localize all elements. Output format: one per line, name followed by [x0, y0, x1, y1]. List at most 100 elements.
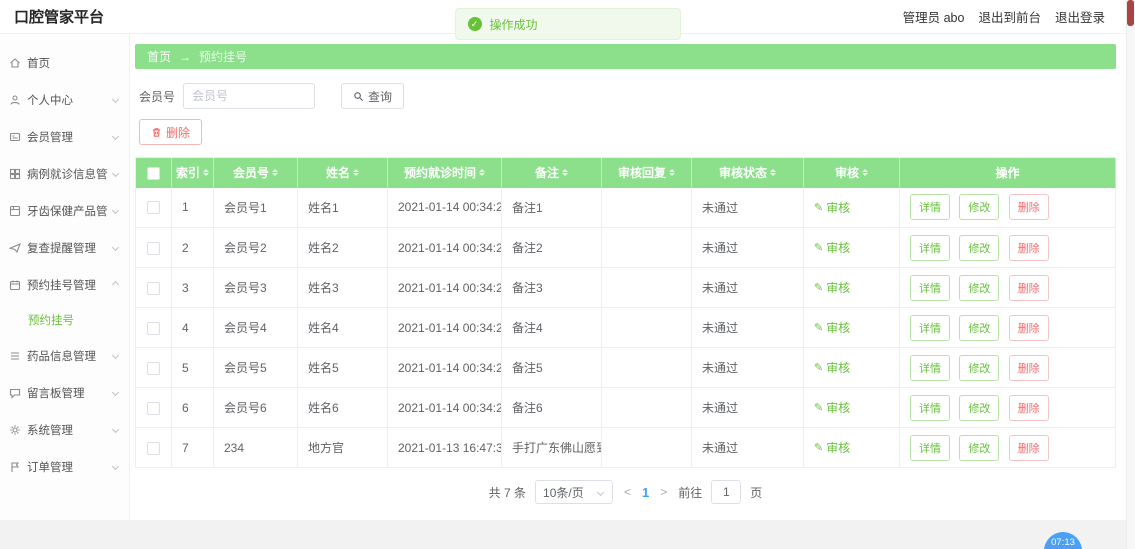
edit-button[interactable]: 修改: [959, 274, 1000, 301]
edit-button[interactable]: 修改: [959, 354, 1000, 381]
scrollbar-thumb[interactable]: [1127, 0, 1134, 26]
sidebar-item-appointment-management[interactable]: 预约挂号管理: [0, 266, 129, 303]
col-header-name: 姓名: [325, 166, 350, 181]
col-header-member-no: 会员号: [232, 166, 269, 181]
sort-icon[interactable]: [770, 166, 776, 179]
sidebar-item-personal-center[interactable]: 个人中心: [0, 81, 129, 118]
detail-button[interactable]: 详情: [910, 194, 950, 221]
chevron-down-icon: [596, 488, 605, 496]
cell-name: 姓名3: [297, 267, 388, 308]
sort-icon[interactable]: [562, 166, 568, 179]
cell-time: 2021-01-14 00:34:26: [387, 187, 502, 228]
select-all-checkbox[interactable]: [147, 166, 160, 180]
breadcrumb-home[interactable]: 首页: [147, 48, 171, 65]
sort-icon[interactable]: [862, 166, 868, 179]
cell-audit-reply: [601, 267, 692, 308]
delete-button[interactable]: 删除: [1008, 394, 1049, 421]
audit-link[interactable]: ✎ 审核: [814, 359, 850, 376]
cell-remark: 备注1: [501, 187, 602, 228]
audit-link[interactable]: ✎ 审核: [814, 439, 850, 456]
sidebar-item-system-management[interactable]: 系统管理: [0, 411, 129, 448]
sort-icon[interactable]: [479, 166, 485, 179]
page-number-1[interactable]: 1: [642, 485, 649, 500]
sidebar-item-message-board-management[interactable]: 留言板管理: [0, 374, 129, 411]
cell-audit-status: 未通过: [691, 347, 804, 388]
cell-member-no: 会员号3: [213, 267, 298, 308]
table-row: 4 会员号4 姓名4 2021-01-14 00:34:26 备注4 未通过 ✎…: [135, 307, 1116, 348]
appointments-table: 索引 会员号 姓名 预约就诊时间 备注 审核回复 审核状态 审核 操作 1 会员…: [135, 157, 1116, 468]
audit-link[interactable]: ✎ 审核: [814, 399, 850, 416]
cell-audit-reply: [601, 307, 692, 348]
edit-icon: ✎: [814, 242, 824, 254]
prev-page-button[interactable]: <: [622, 485, 633, 499]
audit-link[interactable]: ✎ 审核: [814, 239, 850, 256]
sidebar-item-member-management[interactable]: 会员管理: [0, 118, 129, 155]
detail-button[interactable]: 详情: [910, 434, 950, 461]
delete-button[interactable]: 删除: [1008, 274, 1049, 301]
vertical-scrollbar[interactable]: [1126, 0, 1135, 549]
sidebar-subitem-appointment[interactable]: 预约挂号: [0, 303, 129, 337]
page-size-select[interactable]: 10条/页: [535, 480, 614, 504]
row-checkbox[interactable]: [147, 361, 160, 375]
detail-button[interactable]: 详情: [910, 354, 950, 381]
detail-button[interactable]: 详情: [910, 394, 950, 421]
row-checkbox[interactable]: [147, 201, 160, 215]
row-checkbox[interactable]: [147, 281, 160, 295]
cell-index: 2: [171, 227, 214, 268]
member-no-input[interactable]: [183, 83, 316, 109]
query-button[interactable]: 查询: [341, 83, 405, 109]
cell-index: 4: [171, 307, 214, 348]
cell-member-no: 会员号4: [213, 307, 298, 348]
breadcrumb-current: 预约挂号: [199, 50, 248, 64]
sidebar-item-order-management[interactable]: 订单管理: [0, 448, 129, 485]
goto-page-input[interactable]: [711, 480, 742, 504]
chevron-down-icon: [111, 462, 120, 471]
delete-button[interactable]: 删除: [1008, 314, 1049, 341]
goto-label: 前往: [678, 485, 703, 500]
edit-button[interactable]: 修改: [959, 234, 1000, 261]
col-header-actions: 操作: [995, 166, 1020, 181]
delete-button[interactable]: 删除: [1008, 354, 1049, 381]
exit-to-front-link[interactable]: 退出到前台: [978, 7, 1041, 26]
row-checkbox[interactable]: [147, 401, 160, 415]
sort-icon[interactable]: [272, 166, 278, 179]
edit-button[interactable]: 修改: [959, 314, 1000, 341]
audit-link[interactable]: ✎ 审核: [814, 199, 850, 216]
box-icon: [9, 205, 21, 216]
delete-button[interactable]: 删除: [1008, 234, 1049, 261]
cell-index: 5: [171, 347, 214, 388]
detail-button[interactable]: 详情: [910, 234, 950, 261]
audit-link[interactable]: ✎ 审核: [814, 279, 850, 296]
sort-icon[interactable]: [353, 166, 359, 179]
edit-button[interactable]: 修改: [959, 194, 1000, 221]
sidebar-item-recheck-reminder-management[interactable]: 复查提醒管理: [0, 229, 129, 266]
detail-button[interactable]: 详情: [910, 314, 950, 341]
cell-time: 2021-01-14 00:34:26: [387, 227, 502, 268]
row-checkbox[interactable]: [147, 321, 160, 335]
edit-button[interactable]: 修改: [959, 434, 1000, 461]
main-content: 首页 → 预约挂号 会员号 查询 删除: [130, 34, 1126, 520]
sidebar-item-dental-product-management[interactable]: 牙齿保健产品管理: [0, 192, 129, 229]
cell-audit-status: 未通过: [691, 427, 804, 468]
goto-unit: 页: [750, 485, 763, 500]
delete-button[interactable]: 删除: [1008, 434, 1049, 461]
cell-audit-reply: [601, 187, 692, 228]
edit-button[interactable]: 修改: [959, 394, 1000, 421]
sort-icon[interactable]: [669, 166, 675, 179]
col-header-audit-reply: 审核回复: [617, 166, 666, 181]
sidebar-item-medicine-info-management[interactable]: 药品信息管理: [0, 337, 129, 374]
clock-badge[interactable]: 07:13: [1044, 532, 1082, 549]
cell-name: 姓名4: [297, 307, 388, 348]
detail-button[interactable]: 详情: [910, 274, 950, 301]
sort-icon[interactable]: [203, 166, 209, 179]
logout-link[interactable]: 退出登录: [1055, 7, 1105, 26]
next-page-button[interactable]: >: [658, 485, 669, 499]
delete-selected-button[interactable]: 删除: [139, 119, 203, 145]
sidebar-item-case-info-management[interactable]: 病例就诊信息管理: [0, 155, 129, 192]
cell-time: 2021-01-13 16:47:30: [387, 427, 502, 468]
row-checkbox[interactable]: [147, 441, 160, 455]
sidebar-item-home[interactable]: 首页: [0, 44, 129, 81]
delete-button[interactable]: 删除: [1008, 194, 1049, 221]
row-checkbox[interactable]: [147, 241, 160, 255]
audit-link[interactable]: ✎ 审核: [814, 319, 850, 336]
